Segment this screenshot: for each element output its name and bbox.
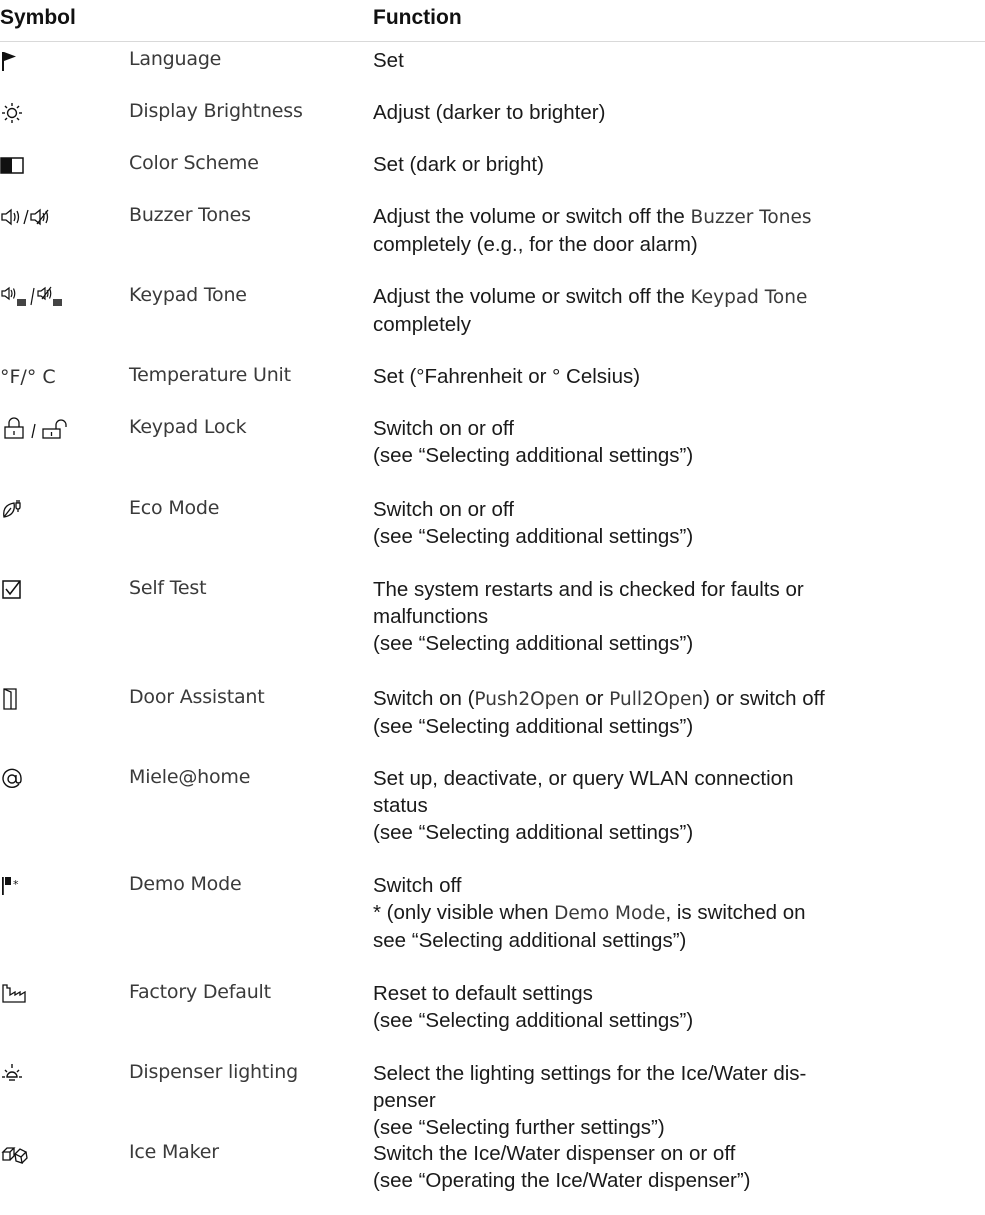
setting-function: Set up, deactivate, or query WLAN connec… [373,767,794,844]
setting-name: Demo Mode [129,873,242,895]
setting-function: Set [373,49,404,72]
keypad-speaker-icon [0,282,118,312]
setting-name: Door Assistant [129,686,265,708]
header-function: Function [373,6,462,29]
at-icon [0,764,118,794]
ice-cubes-icon [0,1139,118,1169]
setting-name: Ice Maker [129,1141,219,1163]
setting-name: Factory Default [129,981,271,1003]
door-icon [0,684,118,714]
setting-name: Color Scheme [129,152,259,174]
setting-name: Dispenser lighting [129,1061,298,1083]
setting-function: Select the lighting settings for the Ice… [373,1062,807,1139]
demo-flag-icon: * [0,871,118,901]
checkbox-icon [0,575,118,605]
speaker-icon [0,202,118,232]
sun-icon [0,98,118,128]
settings-table: Symbol Function Language Set Display Bri… [0,0,985,1215]
setting-function: Switch on or off (see “Selecting additio… [373,417,694,467]
setting-function: Switch the Ice/Water dispenser on or off… [373,1142,751,1192]
setting-function: Adjust the volume or switch off the Buzz… [373,205,812,256]
setting-function: Set (dark or bright) [373,153,544,176]
svg-text:*: * [13,878,19,891]
setting-function: Set (°Fahrenheit or ° Celsius) [373,365,641,388]
setting-name: Language [129,48,222,70]
setting-function: Switch off * (only visible when Demo Mod… [373,874,806,952]
flag-icon [0,46,118,76]
setting-name: Keypad Tone [129,284,247,306]
color-scheme-icon [0,150,118,180]
header-symbol: Symbol [0,6,76,29]
lock-icon [0,414,118,444]
setting-function: Reset to default settings (see “Selectin… [373,982,694,1032]
setting-name: Keypad Lock [129,416,247,438]
setting-function: Switch on or off (see “Selecting additio… [373,498,694,548]
eco-plug-icon [0,495,118,525]
temperature-unit-text: °F/° C [0,366,56,388]
setting-name: Eco Mode [129,497,220,519]
setting-name: Miele@home [129,766,251,788]
setting-function: Adjust (darker to brighter) [373,101,606,124]
setting-function: The system restarts and is checked for f… [373,578,804,655]
table-header: Symbol Function [0,0,985,42]
setting-name: Self Test [129,577,207,599]
dispenser-light-icon [0,1059,118,1089]
setting-function: Adjust the volume or switch off the Keyp… [373,285,808,336]
setting-name: Buzzer Tones [129,204,251,226]
setting-name: Display Brightness [129,100,303,122]
setting-name: Temperature Unit [129,364,291,386]
factory-icon [0,979,118,1009]
setting-function: Switch on (Push2Open or Pull2Open) or sw… [373,687,825,738]
